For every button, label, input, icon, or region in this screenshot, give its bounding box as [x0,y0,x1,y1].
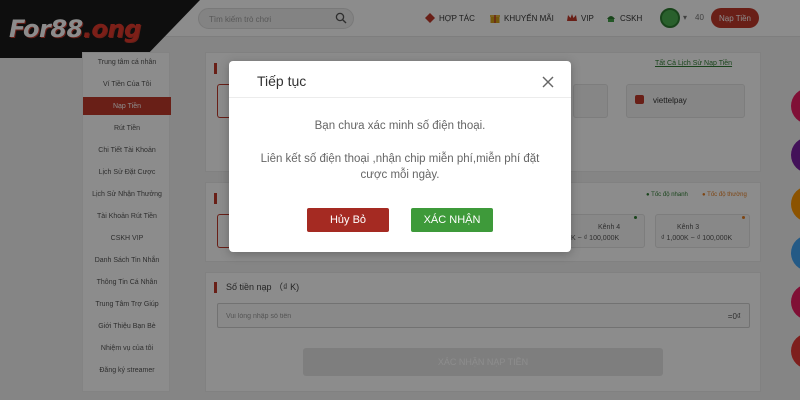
confirm-button[interactable]: XÁC NHẬN [411,208,493,232]
verify-phone-dialog: Tiếp tục Bạn chưa xác minh số điện thoại… [229,61,571,252]
close-icon[interactable] [540,74,556,90]
dialog-title: Tiếp tục [257,73,307,89]
cancel-button[interactable]: Hủy Bỏ [307,208,389,232]
dialog-divider [229,97,571,98]
dialog-message-unverified: Bạn chưa xác minh số điện thoại. [314,120,486,132]
dialog-message-benefit: Liên kết số điện thoại ,nhận chip miễn p… [260,153,540,181]
